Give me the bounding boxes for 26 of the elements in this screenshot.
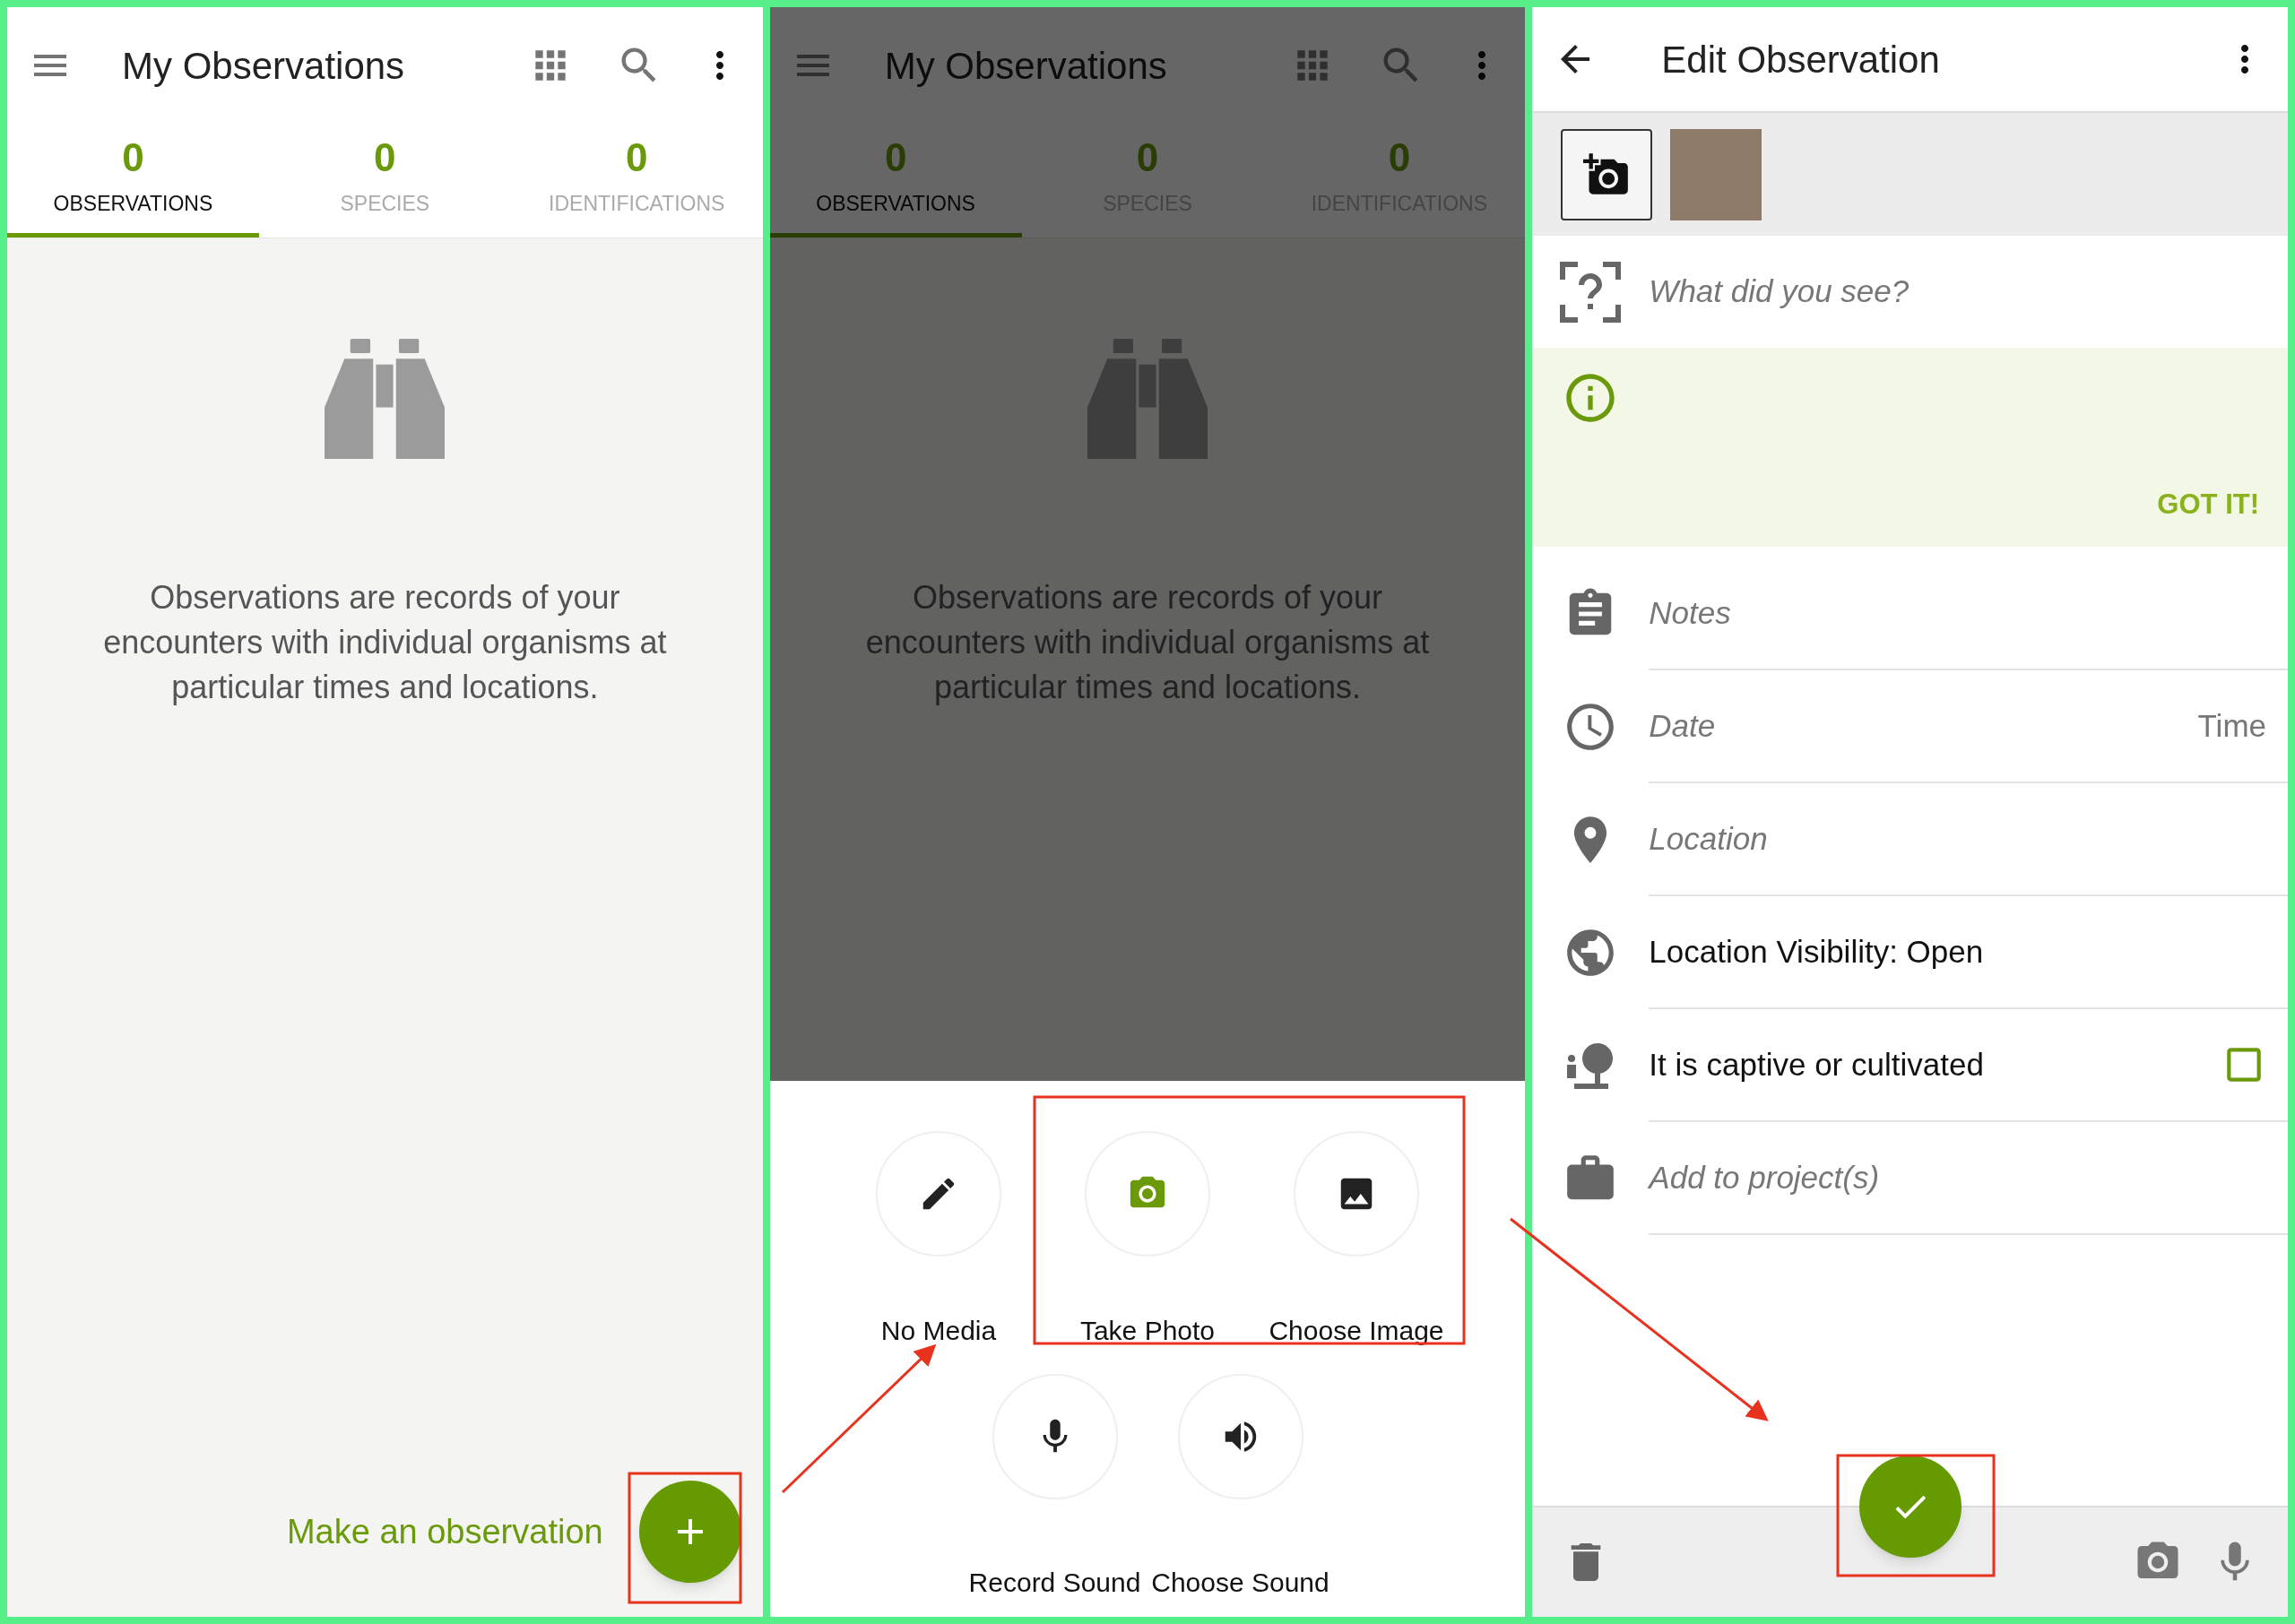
got-it-button[interactable]: GOT IT!	[2157, 483, 2259, 525]
empty-state-message: Observations are records of your encounters with individual organisms at particular times and locations.	[102, 578, 668, 707]
media-option-label: Choose Sound	[1151, 1567, 1329, 1599]
field-placeholder[interactable]: Add to project(s)	[1649, 1153, 1880, 1202]
binoculars-icon	[1087, 339, 1208, 459]
stats-tab[interactable]: 0 SPECIES	[258, 124, 511, 238]
question-frame-icon	[1560, 261, 1622, 323]
make-observation-label[interactable]: Make an observation	[286, 1506, 603, 1558]
field-placeholder[interactable]: Location	[1649, 815, 1768, 863]
screen-title: My Observations	[884, 43, 1167, 89]
media-option-label: Choose Image	[1269, 1315, 1444, 1347]
screen-title: Edit Observation	[1661, 37, 1940, 82]
time-placeholder[interactable]: Time	[2197, 702, 2266, 750]
media-option-label: Take Photo	[1079, 1315, 1216, 1347]
empty-state-message: Observations are records of your encounters with individual organisms at particular times and locations.	[864, 578, 1431, 707]
field-value[interactable]: It is captive or cultivated	[1649, 1041, 1984, 1089]
add-photo-button[interactable]	[1561, 128, 1653, 220]
media-option-label: No Media	[880, 1315, 997, 1347]
species-search-field[interactable]: What did you see?	[1649, 268, 1910, 315]
stats-tab[interactable]: 0 IDENTIFICATIONS	[510, 124, 763, 238]
screen-title: My Observations	[122, 43, 405, 89]
field-value[interactable]: Location Visibility: Open	[1649, 928, 1984, 976]
media-option-label: Record Sound	[968, 1567, 1141, 1599]
field-placeholder[interactable]: Date	[1649, 702, 1716, 750]
field-placeholder[interactable]: Notes	[1649, 589, 1731, 637]
binoculars-icon	[325, 339, 446, 459]
